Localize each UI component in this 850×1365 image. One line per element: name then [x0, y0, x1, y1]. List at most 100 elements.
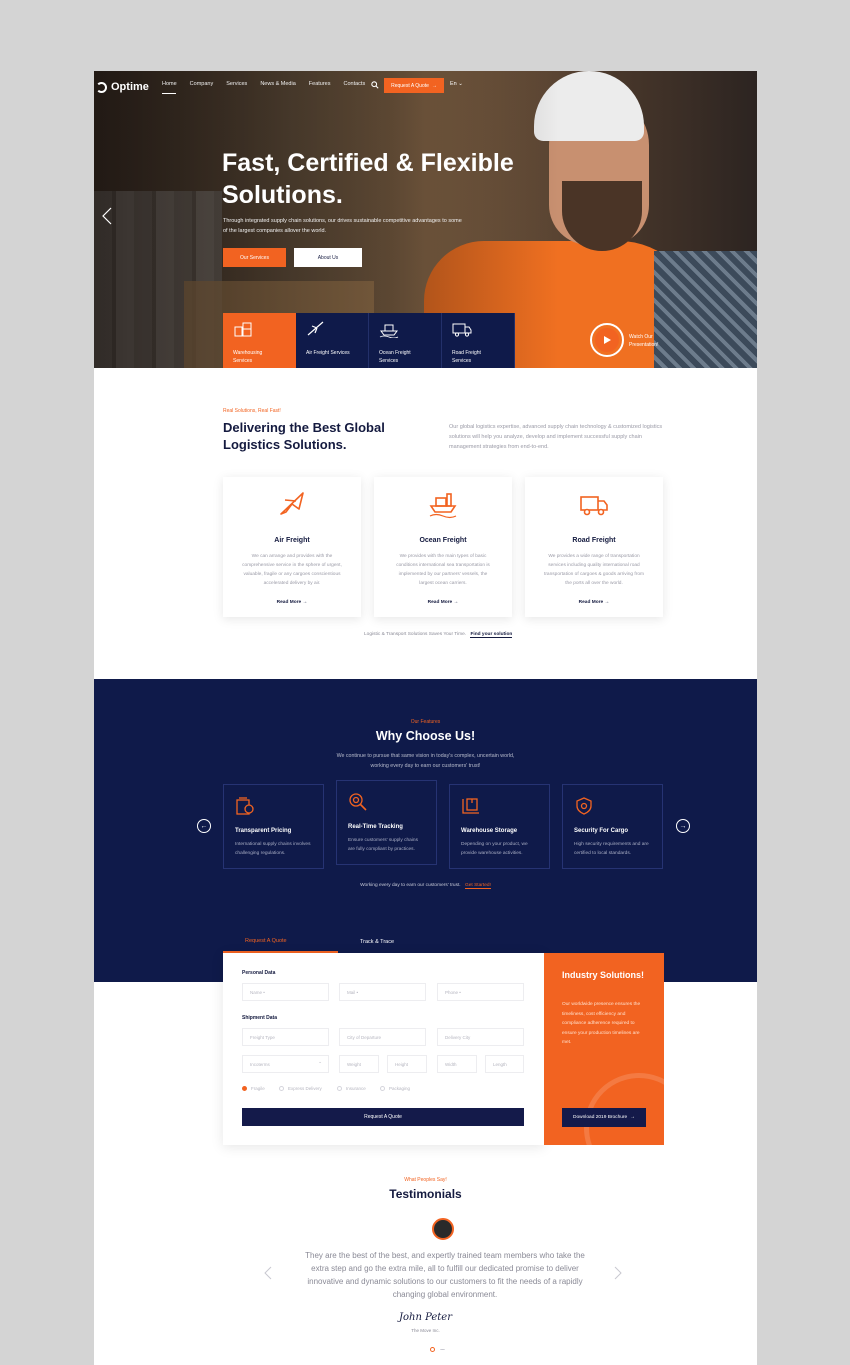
- solutions-title: Delivering the Best Global Logistics Sol…: [223, 420, 385, 452]
- nav-item-home[interactable]: Home: [162, 81, 177, 94]
- request-quote-button[interactable]: Request A Quote →: [384, 78, 444, 93]
- nav-item-news-media[interactable]: News & Media: [260, 81, 295, 87]
- truck-icon: [580, 496, 608, 516]
- language-selector[interactable]: En ⌄: [450, 81, 463, 87]
- feature-card[interactable]: Transparent Pricing International supply…: [223, 784, 324, 869]
- service-card-ocean-freight[interactable]: Ocean Freight We provides with the main …: [374, 477, 512, 617]
- feature-title: Transparent Pricing: [235, 828, 292, 834]
- read-more-link[interactable]: Read More →: [223, 600, 361, 605]
- about-us-button[interactable]: About Us: [294, 248, 362, 267]
- top-nav: Optime Home Company Services News & Medi…: [94, 71, 757, 103]
- plane-icon: [280, 492, 304, 515]
- feature-card[interactable]: Warehouse Storage Depending on your prod…: [449, 784, 550, 869]
- service-tab-ocean-freight[interactable]: Ocean Freight Services: [369, 313, 442, 368]
- logo-icon: [96, 81, 107, 93]
- check-packaging[interactable]: Packaging: [380, 1086, 410, 1091]
- feature-title: Real-Time Tracking: [348, 824, 403, 830]
- card-title: Ocean Freight: [419, 537, 467, 544]
- submit-quote-button[interactable]: Request A Quote: [242, 1108, 524, 1126]
- hero-service-tabs: Warehousing Services Air Freight Service…: [223, 313, 515, 368]
- nav-item-company[interactable]: Company: [190, 81, 214, 87]
- name-field[interactable]: Name •: [242, 983, 329, 1001]
- read-more-link[interactable]: Read More →: [525, 600, 663, 605]
- features-title: Why Choose Us!: [375, 729, 476, 743]
- search-icon[interactable]: [371, 81, 379, 89]
- arrow-right-icon: →: [630, 1115, 635, 1120]
- logo-text: Optime: [111, 81, 149, 93]
- service-tab-label: Road Freight Services: [452, 350, 481, 364]
- departure-city-field[interactable]: City of Departure: [339, 1028, 426, 1046]
- check-fragile[interactable]: Fragile: [242, 1086, 265, 1091]
- service-cards: Air Freight We can arrange and provides …: [223, 477, 663, 617]
- service-tab-air-freight[interactable]: Air Freight Services: [296, 313, 369, 368]
- testimonial-prev-icon[interactable]: [264, 1266, 272, 1280]
- our-services-button[interactable]: Our Services: [223, 248, 286, 267]
- freight-type-select[interactable]: Freight Type: [242, 1028, 329, 1046]
- feature-card[interactable]: Real-Time Tracking Ensure customers' sup…: [336, 780, 437, 865]
- features-footer: Working every day to earn our customers'…: [94, 883, 757, 889]
- service-tab-road-freight[interactable]: Road Freight Services: [442, 313, 515, 368]
- page-frame: Optime Home Company Services News & Medi…: [94, 71, 757, 1365]
- play-icon: [603, 336, 611, 344]
- pagination-dot[interactable]: [440, 1349, 445, 1350]
- mail-field[interactable]: Mail •: [339, 983, 426, 1001]
- logo[interactable]: Optime: [96, 79, 149, 95]
- warehouse-icon: [234, 322, 252, 337]
- nav-item-contacts[interactable]: Contacts: [344, 81, 366, 87]
- storage-icon: [462, 798, 479, 814]
- language-label: En: [450, 81, 457, 87]
- card-title: Road Freight: [572, 537, 616, 544]
- download-brochure-button[interactable]: Download 2019 Brochure →: [562, 1108, 646, 1127]
- check-express-delivery[interactable]: Express Delivery: [279, 1086, 322, 1091]
- features-next-icon[interactable]: →: [676, 819, 690, 833]
- industry-text: Our worldwide presence ensures the timel…: [562, 1002, 641, 1045]
- read-more-link[interactable]: Read More →: [374, 600, 512, 605]
- width-field[interactable]: Width: [437, 1055, 477, 1073]
- card-text: We provides with the main types of basic…: [396, 554, 490, 586]
- solutions-description: Our global logistics expertise, advanced…: [449, 424, 663, 450]
- slider-prev-icon[interactable]: [100, 206, 114, 226]
- features-prev-icon[interactable]: ←: [197, 819, 211, 833]
- card-title: Air Freight: [274, 537, 310, 544]
- pricing-icon: [236, 797, 254, 815]
- phone-field[interactable]: Phone •: [437, 983, 524, 1001]
- find-solution-link[interactable]: Find your solution: [470, 632, 513, 638]
- tab-track-trace[interactable]: Track & Trace: [338, 931, 453, 953]
- arrow-right-icon: →: [431, 82, 437, 89]
- testimonial-signature: John Peter: [398, 1312, 452, 1323]
- incoterms-select[interactable]: Incoterms ⌄: [242, 1055, 329, 1073]
- download-brochure-label: Download 2019 Brochure: [573, 1115, 628, 1120]
- testimonials-title: Testimonials: [389, 1187, 462, 1201]
- length-field[interactable]: Length: [485, 1055, 524, 1073]
- features-list: Transparent Pricing International supply…: [223, 780, 663, 869]
- feature-text: Depending on your product, we provide wa…: [461, 842, 528, 856]
- get-started-link[interactable]: Get Started!: [465, 883, 491, 889]
- weight-field[interactable]: Weight: [339, 1055, 379, 1073]
- tab-request-quote[interactable]: Request A Quote: [223, 931, 338, 953]
- features-footer-text: Working every day to earn our customers'…: [360, 883, 461, 888]
- service-tab-warehousing[interactable]: Warehousing Services: [223, 313, 296, 368]
- service-card-road-freight[interactable]: Road Freight We provides a wide range of…: [525, 477, 663, 617]
- feature-text: High security requirements and are certi…: [574, 842, 649, 856]
- pagination-dot-active[interactable]: [430, 1347, 435, 1352]
- industry-panel: Industry Solutions! Our worldwide presen…: [544, 953, 664, 1145]
- nav-item-services[interactable]: Services: [226, 81, 247, 87]
- ship-icon: [379, 324, 399, 339]
- chevron-down-icon: ⌄: [458, 81, 463, 87]
- watch-presentation-button[interactable]: [590, 323, 624, 357]
- feature-text: International supply chains involves cha…: [235, 842, 311, 856]
- height-field[interactable]: Height: [387, 1055, 427, 1073]
- features-description: We continue to pursue that same vision i…: [336, 753, 515, 769]
- feature-card[interactable]: Security For Cargo High security require…: [562, 784, 663, 869]
- security-icon: [576, 797, 592, 815]
- personal-data-label: Personal Data: [242, 970, 276, 976]
- delivery-city-field[interactable]: Delivery City: [437, 1028, 524, 1046]
- hero: Optime Home Company Services News & Medi…: [94, 71, 757, 368]
- check-label: Express Delivery: [288, 1086, 322, 1091]
- nav-item-features[interactable]: Features: [309, 81, 331, 87]
- service-card-air-freight[interactable]: Air Freight We can arrange and provides …: [223, 477, 361, 617]
- feature-title: Warehouse Storage: [461, 828, 518, 834]
- testimonial-next-icon[interactable]: [614, 1266, 622, 1280]
- check-label: Packaging: [389, 1086, 411, 1091]
- check-insurance[interactable]: Insurance: [337, 1086, 366, 1091]
